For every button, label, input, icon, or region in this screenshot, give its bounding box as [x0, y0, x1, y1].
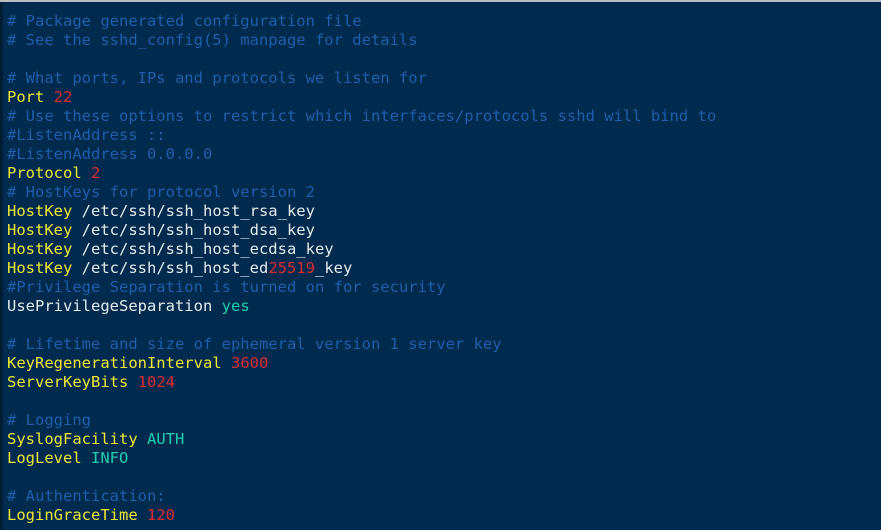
token-number: 2 [91, 164, 101, 182]
code-line[interactable]: #ListenAddress 0.0.0.0 [7, 145, 881, 164]
token-comment: #ListenAddress :: [7, 126, 166, 144]
token-value: INFO [91, 449, 129, 467]
code-line[interactable]: SyslogFacility AUTH [7, 430, 881, 449]
token-keyword: HostKey [7, 221, 73, 239]
token-number: 22 [53, 88, 73, 106]
token-plain: UsePrivilegeSeparation [7, 297, 213, 315]
code-line[interactable]: # Authentication: [7, 487, 881, 506]
token-comment: # What ports, IPs and protocols we liste… [7, 69, 427, 87]
token-keyword: Protocol [7, 164, 82, 182]
token-path: _key [314, 259, 353, 277]
token-comment: #Privilege Separation is turned on for s… [7, 278, 446, 296]
code-line[interactable]: # Package generated configuration file [7, 12, 881, 31]
code-line-blank[interactable] [7, 316, 881, 335]
token-number: 3600 [230, 354, 269, 372]
code-line[interactable]: # Lifetime and size of ephemeral version… [7, 335, 881, 354]
token-keyword: KeyRegenerationInterval [7, 354, 222, 372]
code-line[interactable]: # Logging [7, 411, 881, 430]
token-number: 1024 [137, 373, 175, 391]
code-line[interactable]: HostKey /etc/ssh/ssh_host_ed25519_key [7, 259, 881, 278]
token-value: AUTH [147, 430, 185, 448]
code-line[interactable]: # What ports, IPs and protocols we liste… [7, 69, 881, 88]
token-path: /etc/ssh/ssh_host_rsa_key [81, 202, 315, 220]
code-line[interactable]: Protocol 2 [7, 164, 881, 183]
text-editor-window[interactable]: # Package generated configuration file # … [0, 0, 881, 530]
code-line[interactable]: Port 22 [7, 88, 881, 107]
code-line-blank[interactable] [7, 468, 881, 487]
token-keyword: HostKey [7, 202, 73, 220]
token-path: /etc/ssh/ssh_host_ed [81, 259, 269, 277]
token-comment: # Authentication: [7, 487, 166, 505]
code-line[interactable]: ServerKeyBits 1024 [7, 373, 881, 392]
code-line[interactable]: # Use these options to restrict which in… [7, 107, 881, 126]
token-number: 25519 [268, 259, 315, 277]
token-comment: # Use these options to restrict which in… [7, 107, 717, 125]
code-line-blank[interactable] [7, 392, 881, 411]
code-line[interactable]: # HostKeys for protocol version 2 [7, 183, 881, 202]
code-line[interactable]: HostKey /etc/ssh/ssh_host_rsa_key [7, 202, 881, 221]
code-line[interactable]: # See the sshd_config(5) manpage for det… [7, 31, 881, 50]
token-comment: # Lifetime and size of ephemeral version… [7, 335, 502, 353]
token-keyword: SyslogFacility [7, 430, 138, 448]
code-line[interactable]: #ListenAddress :: [7, 126, 881, 145]
code-line-blank[interactable] [7, 50, 881, 69]
code-line[interactable]: HostKey /etc/ssh/ssh_host_dsa_key [7, 221, 881, 240]
token-keyword: HostKey [7, 259, 73, 277]
code-line[interactable]: #Privilege Separation is turned on for s… [7, 278, 881, 297]
token-comment: # HostKeys for protocol version 2 [7, 183, 315, 201]
token-keyword: Port [7, 88, 45, 106]
token-number: 120 [147, 506, 175, 524]
token-keyword: ServerKeyBits [7, 373, 129, 391]
code-line[interactable]: UsePrivilegeSeparation yes [7, 297, 881, 316]
token-keyword: LoginGraceTime [7, 506, 138, 524]
code-line[interactable]: HostKey /etc/ssh/ssh_host_ecdsa_key [7, 240, 881, 259]
code-line[interactable]: LoginGraceTime 120 [7, 506, 881, 525]
token-keyword: LogLevel [7, 449, 82, 467]
code-line[interactable]: LogLevel INFO [7, 449, 881, 468]
token-comment: # See the sshd_config(5) manpage for det… [7, 31, 418, 49]
token-comment: # Logging [7, 411, 91, 429]
token-path: /etc/ssh/ssh_host_ecdsa_key [81, 240, 334, 258]
code-line[interactable]: KeyRegenerationInterval 3600 [7, 354, 881, 373]
token-comment: #ListenAddress 0.0.0.0 [7, 145, 213, 163]
token-value: yes [221, 297, 250, 315]
code-text-area[interactable]: # Package generated configuration file # … [3, 2, 881, 530]
token-comment: # Package generated configuration file [7, 12, 362, 30]
token-keyword: HostKey [7, 240, 73, 258]
token-path: /etc/ssh/ssh_host_dsa_key [81, 221, 315, 239]
